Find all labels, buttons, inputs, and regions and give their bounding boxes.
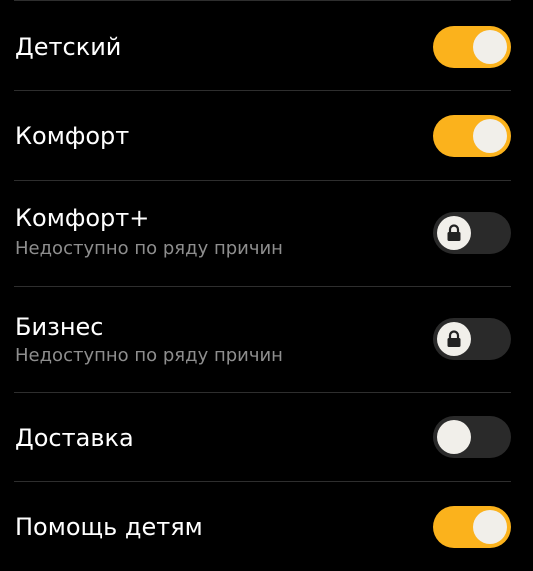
option-title: Детский <box>15 33 122 61</box>
option-row-komfort-plus[interactable]: Комфорт+ Недоступно по ряду причин <box>0 181 533 286</box>
option-subtitle: Недоступно по ряду причин <box>15 345 283 366</box>
lock-icon <box>447 224 461 241</box>
option-title: Доставка <box>15 424 134 452</box>
lock-icon <box>447 330 461 347</box>
toggle-switch-komfort-plus[interactable] <box>433 212 511 254</box>
toggle-knob <box>473 510 507 544</box>
toggle-knob <box>473 30 507 64</box>
toggle-knob <box>437 322 471 356</box>
toggle-knob <box>437 420 471 454</box>
toggle-knob <box>437 216 471 250</box>
option-row-dostavka[interactable]: Доставка <box>0 393 533 481</box>
toggle-switch-detskiy[interactable] <box>433 26 511 68</box>
toggle-switch-pomoshch-detyam[interactable] <box>433 506 511 548</box>
option-subtitle: Недоступно по ряду причин <box>15 238 283 259</box>
toggle-switch-biznes[interactable] <box>433 318 511 360</box>
option-title: Бизнес <box>15 313 104 341</box>
option-row-komfort[interactable]: Комфорт <box>0 91 533 180</box>
option-title: Помощь детям <box>15 513 203 541</box>
option-row-pomoshch-detyam[interactable]: Помощь детям <box>0 482 533 571</box>
toggle-switch-dostavka[interactable] <box>433 416 511 458</box>
option-row-biznes[interactable]: Бизнес Недоступно по ряду причин <box>0 287 533 392</box>
option-row-detskiy[interactable]: Детский <box>0 1 533 90</box>
toggle-knob <box>473 119 507 153</box>
option-title: Комфорт+ <box>15 204 150 232</box>
option-title: Комфорт <box>15 122 130 150</box>
toggle-switch-komfort[interactable] <box>433 115 511 157</box>
